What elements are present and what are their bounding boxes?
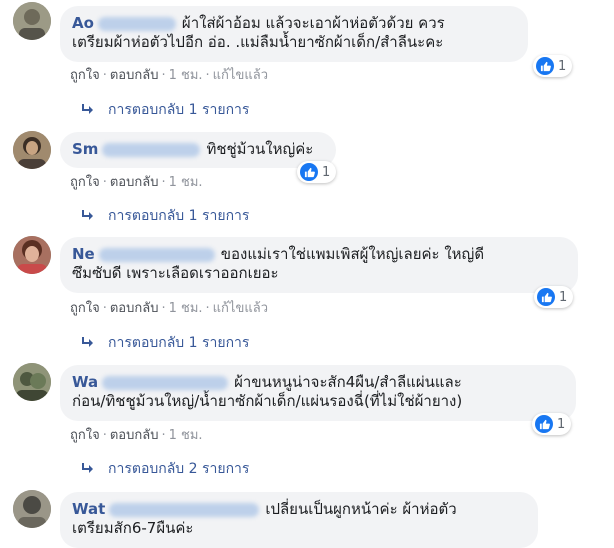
view-replies-link[interactable]: การตอบกลับ 1 รายการ: [80, 207, 249, 225]
reply-arrow-icon: [82, 463, 93, 473]
like-link[interactable]: ถูกใจ: [70, 428, 100, 443]
avatar[interactable]: [13, 2, 51, 40]
comment-text-line2: เตรียมผ้าห่อตัวไปอีก อ่อ. .แม่ลืมน้ำยาซั…: [72, 33, 444, 51]
view-replies-link[interactable]: การตอบกลับ 2 รายการ: [80, 460, 249, 478]
avatar[interactable]: [13, 490, 51, 528]
like-thumb-icon: [536, 57, 554, 75]
like-count: 1: [557, 416, 566, 432]
avatar[interactable]: [13, 236, 51, 274]
comment-text-line2: เตรียมสัก6-7ผืนค่ะ: [72, 519, 194, 537]
replies-count-label: การตอบกลับ 2 รายการ: [108, 461, 250, 477]
avatar[interactable]: [13, 363, 51, 401]
comment-text-line2: ก่อน/ทิชชูม้วนใหญ่/น้ำยาซักผ้าเด็ก/แผ่นร…: [72, 392, 463, 410]
like-link[interactable]: ถูกใจ: [70, 68, 100, 83]
comment-text-line2: ซึมซับดี เพราะเลือดเราออกเยอะ: [72, 264, 279, 282]
commenter-name[interactable]: Wat: [72, 500, 105, 518]
blurred-name: [109, 502, 260, 517]
comment-text-line1: ผ้าใส่ผ้าอ้อม แล้วจะเอาผ้าห่อตัวด้วย ควร: [181, 14, 445, 32]
reply-arrow-icon: [82, 210, 93, 220]
comment-text-line1: ผ้าขนหนูน่าจะสัก4ผืน/สำลีแผ่นและ: [234, 373, 462, 391]
comment-actions: ถูกใจ · ตอบกลับ · 1 ชม. · แก้ไขแล้ว: [70, 301, 268, 316]
commenter-name[interactable]: Wa: [72, 373, 98, 391]
reaction-count[interactable]: 1: [533, 55, 573, 77]
comment-text-line1: ของแม่เราใช่แพมเพิสผู้ใหญ่เลยค่ะ ใหญ่ดี: [220, 245, 485, 263]
like-count: 1: [559, 289, 568, 305]
timestamp[interactable]: 1 ชม.: [169, 175, 203, 190]
comment-bubble: Wa ผ้าขนหนูน่าจะสัก4ผืน/สำลีแผ่นและ ก่อน/…: [60, 365, 576, 421]
comment-bubble: Wat เปลี่ยนเป็นผูกหน้าค่ะ ผ้าห่อตัว เตรีย…: [60, 492, 538, 548]
edited-label[interactable]: แก้ไขแล้ว: [213, 68, 268, 83]
blurred-name: [98, 247, 215, 262]
blurred-name: [102, 375, 229, 390]
edited-label[interactable]: แก้ไขแล้ว: [213, 301, 268, 316]
comment-actions: ถูกใจ · ตอบกลับ · 1 ชม.: [70, 428, 203, 443]
comment-actions: ถูกใจ · ตอบกลับ · 1 ชม.: [70, 175, 203, 190]
like-count: 1: [322, 164, 331, 180]
comment-bubble: Ao ผ้าใส่ผ้าอ้อม แล้วจะเอาผ้าห่อตัวด้วย ค…: [60, 6, 528, 62]
comment-bubble: Ne ของแม่เราใช่แพมเพิสผู้ใหญ่เลยค่ะ ใหญ่ด…: [60, 237, 578, 293]
comment-text-line1: ทิชชู่ม้วนใหญ่ค่ะ: [206, 140, 314, 158]
reply-link[interactable]: ตอบกลับ: [110, 301, 159, 316]
like-link[interactable]: ถูกใจ: [70, 175, 100, 190]
replies-count-label: การตอบกลับ 1 รายการ: [108, 208, 250, 224]
view-replies-link[interactable]: การตอบกลับ 1 รายการ: [80, 334, 249, 352]
reaction-count[interactable]: 1: [297, 161, 337, 183]
commenter-name[interactable]: Ne: [72, 245, 95, 263]
replies-count-label: การตอบกลับ 1 รายการ: [108, 335, 250, 351]
reply-arrow-icon: [82, 337, 93, 347]
timestamp[interactable]: 1 ชม.: [169, 428, 203, 443]
comment-text-line1: เปลี่ยนเป็นผูกหน้าค่ะ ผ้าห่อตัว: [265, 500, 457, 518]
like-thumb-icon: [300, 163, 318, 181]
replies-count-label: การตอบกลับ 1 รายการ: [108, 102, 250, 118]
reply-link[interactable]: ตอบกลับ: [110, 428, 159, 443]
reply-link[interactable]: ตอบกลับ: [110, 68, 159, 83]
reaction-count[interactable]: 1: [534, 286, 574, 308]
timestamp[interactable]: 1 ชม.: [169, 68, 203, 83]
like-link[interactable]: ถูกใจ: [70, 301, 100, 316]
blurred-name: [102, 142, 201, 157]
timestamp[interactable]: 1 ชม.: [169, 301, 203, 316]
reaction-count[interactable]: 1: [532, 413, 572, 435]
view-replies-link[interactable]: การตอบกลับ 1 รายการ: [80, 101, 249, 119]
like-thumb-icon: [537, 288, 555, 306]
commenter-name[interactable]: Ao: [72, 14, 94, 32]
like-count: 1: [558, 58, 567, 74]
reply-link[interactable]: ตอบกลับ: [110, 175, 159, 190]
like-thumb-icon: [535, 415, 553, 433]
comment-bubble: Sm ทิชชู่ม้วนใหญ่ค่ะ: [60, 132, 336, 168]
commenter-name[interactable]: Sm: [72, 140, 98, 158]
comment-actions: ถูกใจ · ตอบกลับ · 1 ชม. · แก้ไขแล้ว: [70, 68, 268, 83]
blurred-name: [97, 16, 176, 31]
avatar[interactable]: [13, 131, 51, 169]
reply-arrow-icon: [82, 104, 93, 114]
